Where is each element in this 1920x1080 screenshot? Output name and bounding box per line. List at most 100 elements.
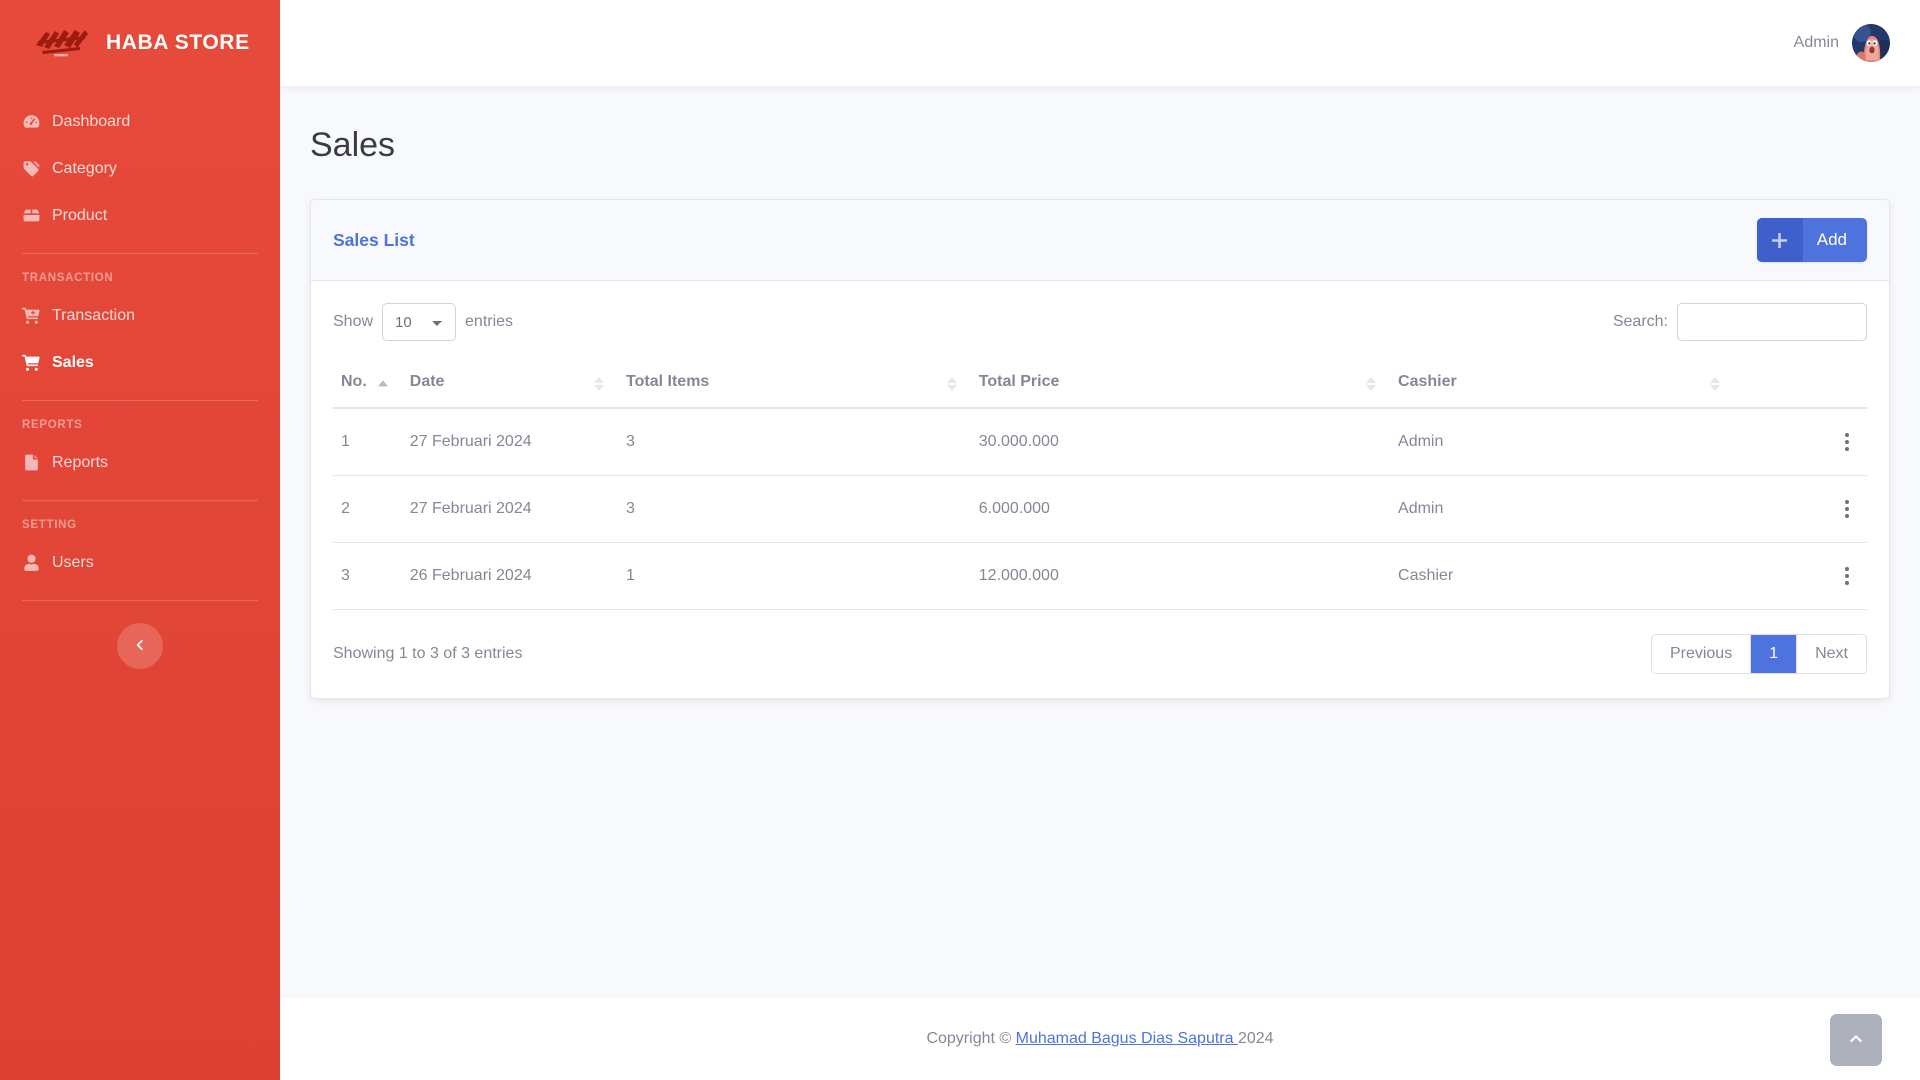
table-info: Showing 1 to 3 of 3 entries [333, 645, 523, 662]
sort-icon [1366, 376, 1377, 391]
plus-icon [1756, 218, 1803, 262]
sales-table: No. Date Total Items Total Price Cashier… [333, 363, 1867, 610]
card-body: Show 10 25 50 100 entries Search: [311, 281, 1889, 698]
file-icon [22, 453, 41, 472]
pagination-next[interactable]: Next [1797, 635, 1866, 673]
table-row: 3 26 Februari 2024 1 12.000.000 Cashier [333, 542, 1867, 610]
cell-total-items: 1 [618, 542, 971, 610]
column-label: No. [341, 373, 367, 390]
column-header-total-items[interactable]: Total Items [618, 363, 971, 409]
sidebar-heading-transaction: TRANSACTION [22, 272, 114, 284]
row-actions-button[interactable] [1835, 561, 1859, 591]
sidebar: HABA STORE Dashboard Category Product TR… [0, 0, 280, 1080]
brand-name: HABA STORE [106, 31, 250, 54]
user-name: Admin [1793, 34, 1839, 51]
cell-no: 3 [333, 542, 402, 610]
cell-date: 27 Februari 2024 [401, 475, 619, 543]
brand-link[interactable]: HABA STORE [0, 0, 280, 86]
cell-actions [1733, 542, 1867, 610]
kebab-menu-icon [1845, 567, 1849, 571]
card-header: Sales List Add [311, 200, 1889, 281]
cell-total-price: 30.000.000 [970, 408, 1391, 476]
cell-no: 2 [333, 475, 402, 543]
chevron-up-icon [1848, 1031, 1864, 1050]
footer: Copyright © Muhamad Bagus Dias Saputra 2… [280, 998, 1920, 1080]
sidebar-item-label: Product [52, 206, 108, 224]
sidebar-item-reports[interactable]: Reports [0, 439, 280, 486]
pagination: Previous 1 Next [1650, 634, 1867, 674]
copyright-year: 2024 [1237, 1030, 1274, 1047]
sidebar-divider [22, 400, 258, 401]
sidebar-item-transaction[interactable]: Transaction [0, 292, 280, 339]
sort-asc-icon [377, 380, 388, 388]
search-label: Search: [1612, 313, 1668, 330]
cell-total-price: 12.000.000 [970, 542, 1391, 610]
cell-actions [1733, 475, 1867, 543]
kebab-menu-icon [1845, 507, 1849, 511]
pagination-previous[interactable]: Previous [1651, 635, 1752, 673]
cell-date: 26 Februari 2024 [401, 542, 619, 610]
sidebar-item-dashboard[interactable]: Dashboard [0, 98, 280, 145]
page-length-select[interactable]: 10 25 50 100 [382, 303, 457, 341]
user-menu[interactable]: Admin [1794, 24, 1890, 62]
shopping-cart-icon [22, 353, 41, 372]
cell-cashier: Admin [1390, 408, 1734, 476]
cell-total-items: 3 [618, 475, 971, 543]
user-icon [22, 553, 41, 572]
sidebar-item-label: Dashboard [52, 112, 131, 130]
sidebar-item-label: Category [52, 159, 117, 177]
length-control: Show 10 25 50 100 entries [333, 303, 513, 341]
avatar [1852, 24, 1890, 62]
sidebar-item-category[interactable]: Category [0, 145, 280, 192]
cell-cashier: Cashier [1390, 542, 1734, 610]
cell-actions [1733, 408, 1867, 476]
chevron-left-icon [133, 638, 147, 655]
kebab-menu-icon [1845, 514, 1849, 518]
search-input[interactable] [1677, 303, 1867, 341]
copyright-prefix: Copyright © [926, 1030, 1016, 1047]
table-head: No. Date Total Items Total Price Cashier [333, 363, 1867, 409]
sidebar-divider [22, 253, 258, 254]
search-control: Search: [1613, 303, 1867, 341]
entries-label: entries [465, 313, 514, 330]
page-title: Sales [310, 126, 396, 164]
kebab-menu-icon [1845, 574, 1849, 578]
column-header-no[interactable]: No. [333, 363, 402, 409]
column-header-cashier[interactable]: Cashier [1390, 363, 1734, 409]
sidebar-item-label: Sales [52, 353, 94, 371]
table-header-row: No. Date Total Items Total Price Cashier [333, 363, 1867, 409]
add-button[interactable]: Add [1756, 218, 1867, 262]
cell-cashier: Admin [1390, 475, 1734, 543]
sidebar-toggle-button[interactable] [117, 623, 163, 669]
kebab-menu-icon [1845, 447, 1849, 451]
column-header-total-price[interactable]: Total Price [970, 363, 1391, 409]
sidebar-item-label: Users [52, 553, 94, 571]
sort-icon [594, 376, 605, 391]
datatable-controls: Show 10 25 50 100 entries Search: [333, 303, 1867, 341]
sidebar-nav: Dashboard Category Product TRANSACTION T… [0, 86, 280, 669]
sidebar-item-product[interactable]: Product [0, 192, 280, 239]
sidebar-divider [22, 600, 258, 601]
sidebar-item-users[interactable]: Users [0, 539, 280, 586]
column-label: Date [409, 373, 445, 390]
kebab-menu-icon [1845, 440, 1849, 444]
pagination-page-1[interactable]: 1 [1751, 635, 1798, 673]
sidebar-heading-reports: REPORTS [22, 419, 83, 431]
kebab-menu-icon [1845, 500, 1849, 504]
column-header-date[interactable]: Date [401, 363, 619, 409]
sort-icon [946, 376, 957, 391]
topbar: Admin [280, 0, 1920, 86]
row-actions-button[interactable] [1835, 427, 1859, 457]
datatable-footer: Showing 1 to 3 of 3 entries Previous 1 N… [333, 634, 1867, 674]
sidebar-toggle-wrap [0, 623, 280, 669]
scroll-to-top-button[interactable] [1830, 1014, 1882, 1066]
page-content: Sales Sales List Add Show 10 entries Sea… [280, 86, 1920, 998]
tachometer-icon [22, 112, 41, 131]
row-actions-button[interactable] [1835, 494, 1859, 524]
column-label: Total Items [626, 373, 710, 390]
sidebar-item-sales[interactable]: Sales [0, 339, 280, 386]
author-link[interactable]: Muhamad Bagus Dias Saputra [1016, 1030, 1238, 1047]
kebab-menu-icon [1845, 433, 1849, 437]
table-body: 1 27 Februari 2024 3 30.000.000 Admin 2 … [333, 408, 1867, 610]
copyright-text: Copyright © Muhamad Bagus Dias Saputra 2… [926, 1030, 1273, 1048]
